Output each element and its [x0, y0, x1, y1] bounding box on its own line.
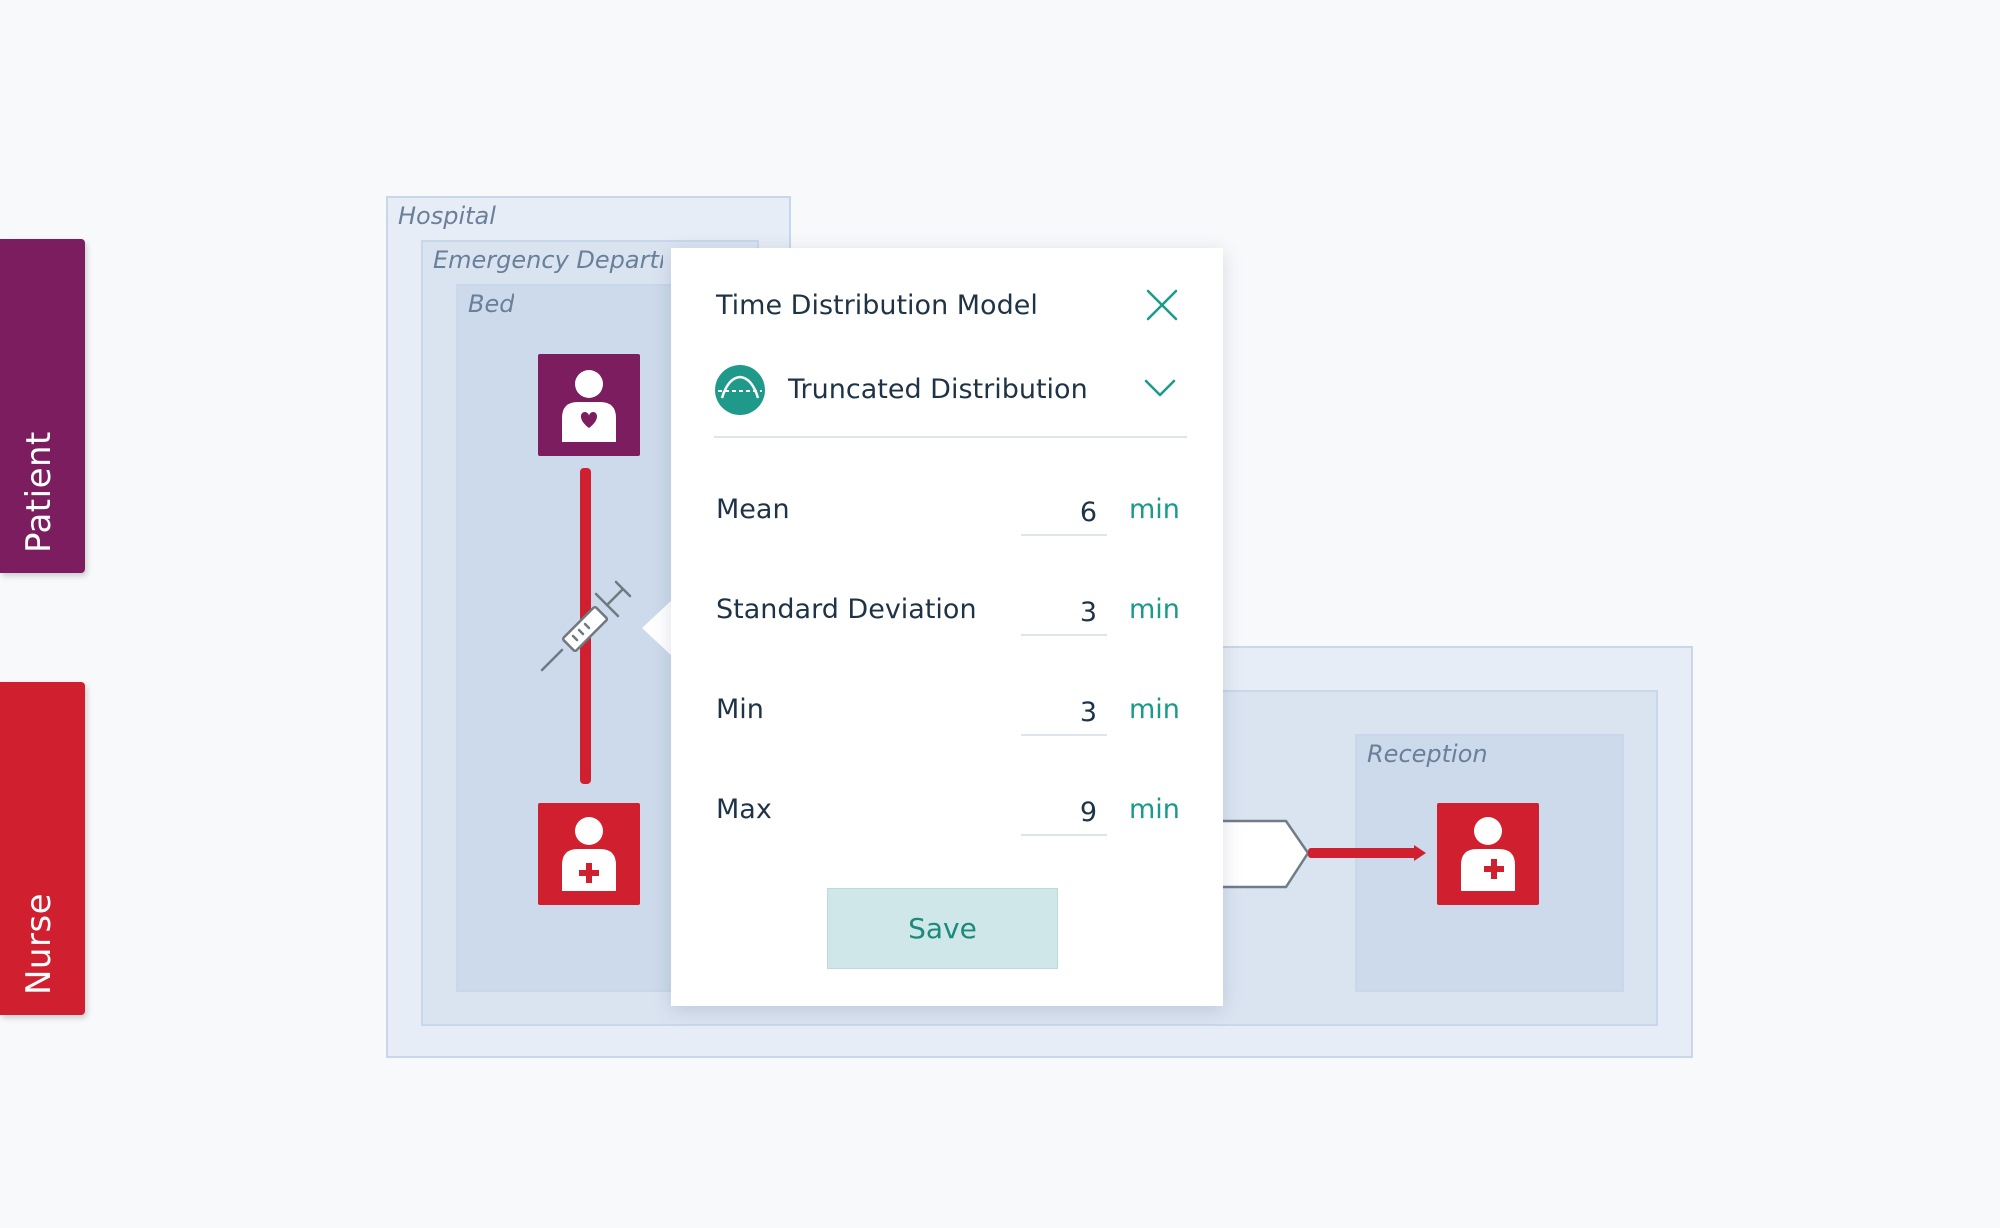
param-label: Mean	[716, 494, 790, 525]
standard-deviation-input[interactable]	[1021, 590, 1107, 636]
lane-tab-patient[interactable]: Patient	[0, 239, 85, 573]
param-row-max: Max min	[716, 790, 1180, 850]
reception-nurse-node[interactable]	[1437, 803, 1539, 905]
patient-node[interactable]	[538, 354, 640, 456]
chevron-down-icon	[1144, 379, 1176, 397]
truncated-distribution-icon	[715, 365, 765, 415]
max-input[interactable]	[1021, 790, 1107, 836]
param-row-mean: Mean min	[716, 490, 1180, 550]
param-unit: min	[1129, 694, 1180, 725]
zone-label-reception: Reception	[1367, 740, 1488, 768]
nurse-cross-icon	[562, 817, 616, 891]
distribution-label: Truncated Distribution	[788, 374, 1088, 405]
dialog-pointer	[642, 600, 672, 656]
lane-label-patient: Patient	[18, 431, 59, 553]
zone-label-bed: Bed	[468, 290, 515, 318]
close-icon	[1146, 289, 1178, 321]
nurse-cross-icon	[1461, 817, 1515, 891]
zone-label-emergency: Emergency Departm	[433, 246, 663, 274]
dialog-title: Time Distribution Model	[716, 290, 1038, 321]
param-row-min: Min min	[716, 690, 1180, 750]
distribution-select[interactable]: Truncated Distribution	[714, 364, 1187, 438]
close-button[interactable]	[1145, 288, 1179, 322]
save-button[interactable]: Save	[827, 888, 1058, 969]
time-distribution-dialog: Time Distribution Model Truncated Distri…	[671, 248, 1223, 1006]
lane-label-nurse: Nurse	[18, 892, 59, 995]
param-label: Standard Deviation	[716, 594, 977, 625]
param-unit: min	[1129, 594, 1180, 625]
param-unit: min	[1129, 794, 1180, 825]
flow-connector-horizontal	[1212, 819, 1426, 889]
mean-input[interactable]	[1021, 490, 1107, 536]
param-row-standard-deviation: Standard Deviation min	[716, 590, 1180, 650]
param-unit: min	[1129, 494, 1180, 525]
nurse-node[interactable]	[538, 803, 640, 905]
patient-heart-icon	[562, 370, 616, 442]
zone-label-hospital: Hospital	[398, 202, 496, 230]
lane-tab-nurse[interactable]: Nurse	[0, 682, 85, 1015]
min-input[interactable]	[1021, 690, 1107, 736]
syringe-icon[interactable]	[538, 574, 638, 674]
param-label: Max	[716, 794, 772, 825]
param-label: Min	[716, 694, 764, 725]
